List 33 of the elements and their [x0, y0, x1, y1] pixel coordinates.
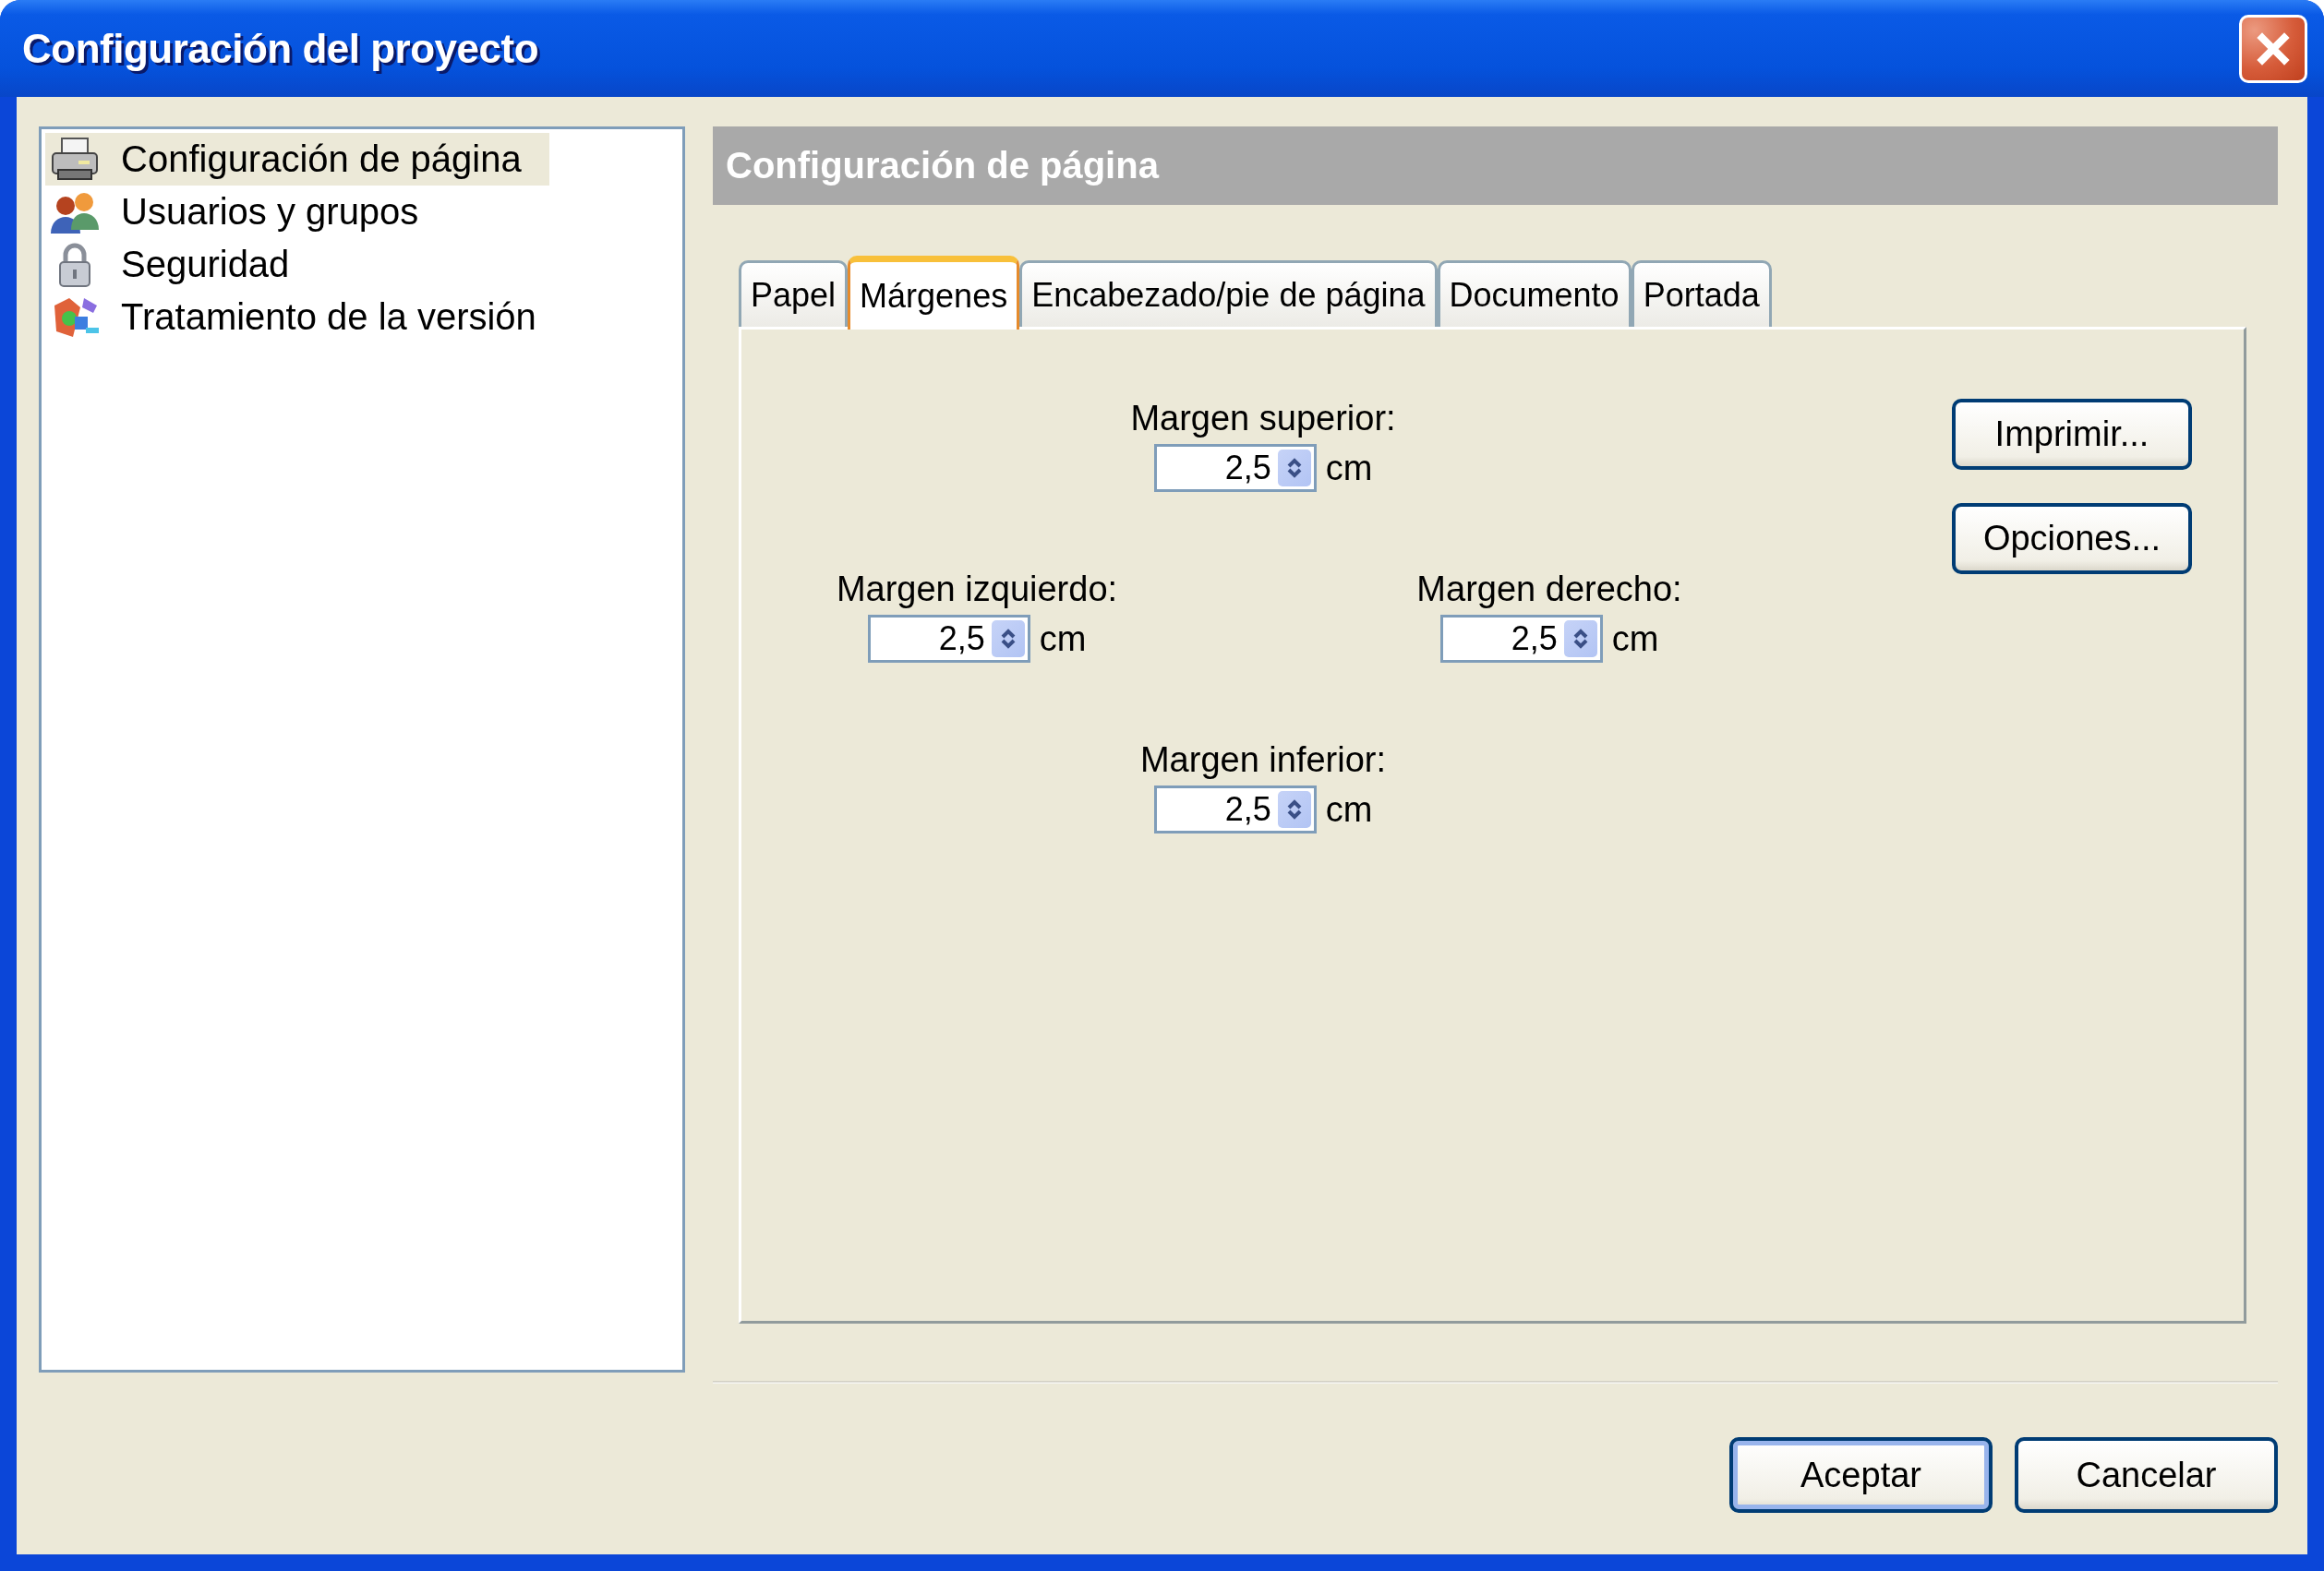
tab[interactable]: Papel: [739, 260, 849, 327]
dialog-button[interactable]: Opciones...: [1952, 503, 2192, 574]
sidebar-item-label: Tratamiento de la versión: [121, 296, 536, 338]
tab[interactable]: Encabezado/pie de página: [1019, 260, 1438, 327]
field-label: Margen derecho:: [1416, 570, 1682, 609]
dialog-button[interactable]: Imprimir...: [1952, 399, 2192, 470]
default-button[interactable]: Aceptar: [1729, 1437, 1993, 1513]
panel-header: Configuración de página: [713, 126, 2278, 205]
field-label: Margen inferior:: [1139, 740, 1387, 780]
sidebar-item-label: Seguridad: [121, 244, 290, 285]
printer-icon: [49, 136, 101, 183]
field-label: Margen izquierdo:: [836, 570, 1118, 609]
tab[interactable]: Portada: [1631, 260, 1772, 327]
unit-label: cm: [1039, 618, 1087, 659]
window-title: Configuración del proyecto: [22, 25, 539, 72]
tab[interactable]: Documento: [1437, 260, 1632, 327]
spin-button[interactable]: [1277, 450, 1311, 486]
spin-button[interactable]: [1277, 791, 1311, 828]
sidebar-item[interactable]: Tratamiento de la versión: [45, 291, 564, 343]
close-button[interactable]: [2239, 14, 2307, 83]
spin-button[interactable]: [991, 620, 1025, 657]
sidebar-item[interactable]: Usuarios y grupos: [45, 186, 447, 238]
sidebar-item[interactable]: Seguridad: [45, 238, 318, 291]
sidebar-item-label: Configuración de página: [121, 138, 522, 180]
tab[interactable]: Márgenes: [848, 256, 1020, 330]
sidebar-item-label: Usuarios y grupos: [121, 191, 419, 233]
unit-label: cm: [1325, 789, 1373, 830]
field-label: Margen superior:: [1130, 399, 1396, 438]
unit-label: cm: [1325, 448, 1373, 488]
sidebar-item[interactable]: Configuración de página: [45, 133, 549, 186]
unit-label: cm: [1611, 618, 1659, 659]
dialog-button[interactable]: Cancelar: [2015, 1437, 2278, 1513]
spin-button[interactable]: [1563, 620, 1597, 657]
